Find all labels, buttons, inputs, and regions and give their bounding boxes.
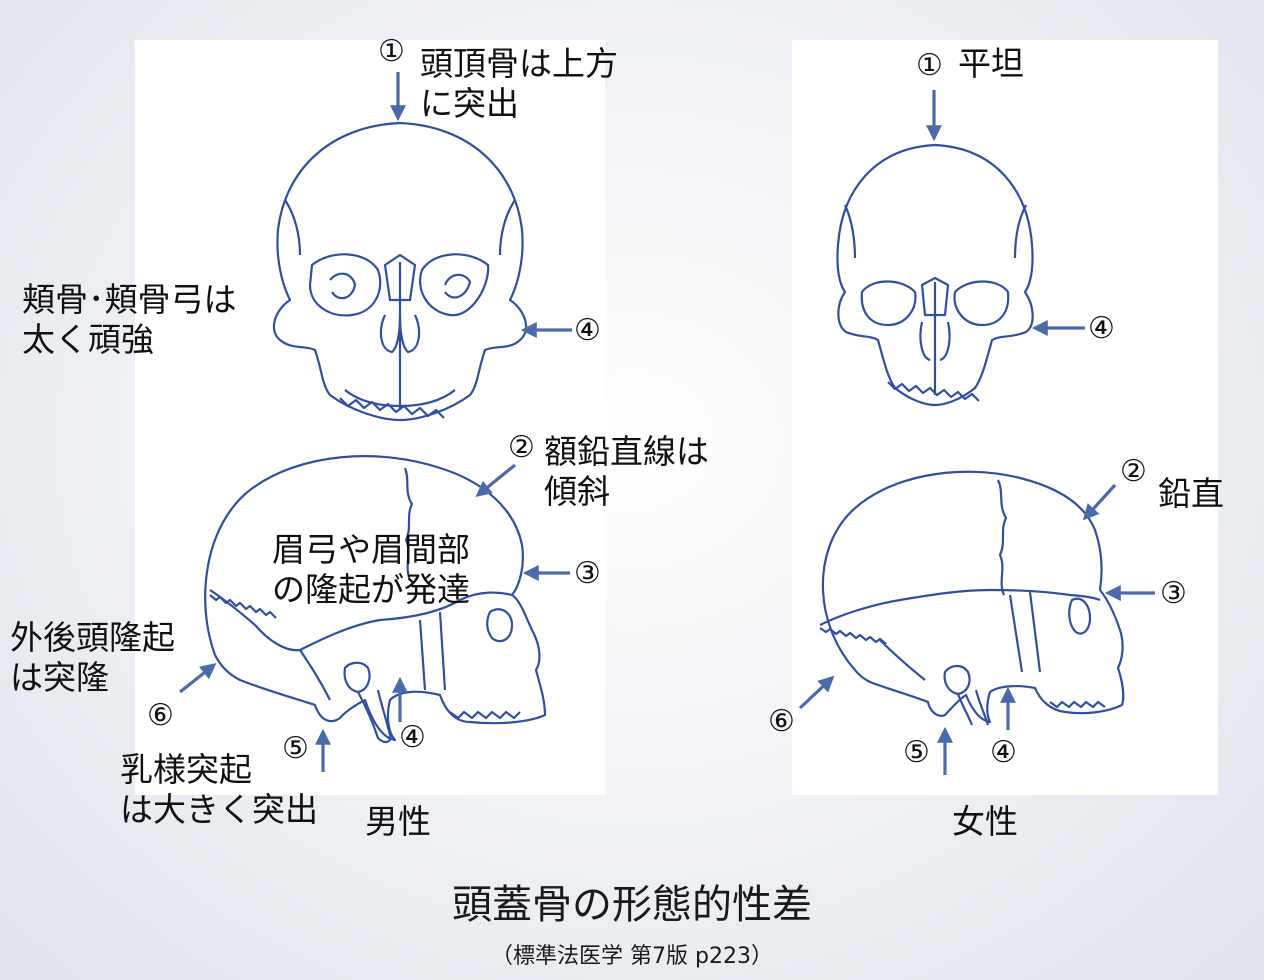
- male-frontal-skull: [272, 121, 528, 422]
- female-lateral-skull: [819, 470, 1125, 726]
- female-marker-4b: ④: [990, 735, 1017, 770]
- male-marker-4b: ④: [399, 720, 426, 755]
- source-citation: （標準法医学 第7版 p223）: [491, 944, 773, 969]
- male-crown-label: 頭頂骨は上方 に突出: [420, 44, 618, 123]
- female-forehead-label: 鉛直: [1158, 474, 1224, 513]
- male-marker-4a: ④: [574, 313, 601, 348]
- male-occipital-arrow: [179, 663, 217, 694]
- male-forehead-arrow: [475, 463, 517, 498]
- female-marker-3: ③: [1160, 576, 1187, 611]
- female-caption: 女性: [952, 802, 1018, 841]
- male-forehead-label: 額鉛直線は 傾斜: [544, 432, 709, 511]
- figure-title: 頭蓋骨の形態的性差: [452, 882, 812, 928]
- male-caption: 男性: [365, 802, 431, 841]
- male-occipital-label: 外後頭隆起 は突隆: [10, 618, 175, 697]
- male-marker-2: ②: [508, 430, 535, 465]
- female-marker-6: ⑥: [768, 704, 795, 739]
- male-marker-6: ⑥: [147, 698, 174, 733]
- male-zygoma-label: 頬骨･頬骨弓は 太く頑強: [22, 280, 237, 359]
- female-occipital-arrow: [798, 675, 835, 710]
- male-mastoid-label: 乳様突起 は大きく突出: [120, 750, 318, 829]
- male-marker-3: ③: [574, 556, 601, 591]
- female-forehead-arrow: [1082, 483, 1117, 521]
- female-marker-2: ②: [1120, 454, 1147, 489]
- female-marker-1: ①: [916, 48, 943, 83]
- female-crown-label: 平坦: [958, 44, 1024, 83]
- male-marker-1: ①: [378, 34, 405, 69]
- female-marker-4a: ④: [1088, 311, 1115, 346]
- female-frontal-skull: [836, 143, 1034, 407]
- female-marker-5: ⑤: [903, 735, 930, 770]
- annotation-arrows: [179, 72, 1155, 775]
- male-brow-label: 眉弓や眉間部 の隆起が発達: [272, 530, 470, 609]
